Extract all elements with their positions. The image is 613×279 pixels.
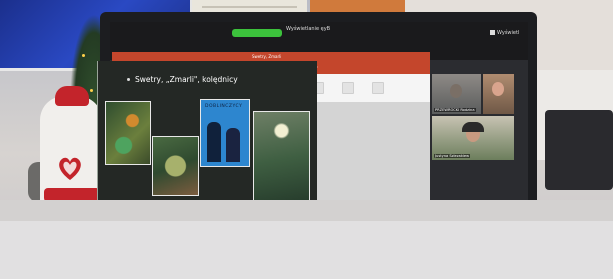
slide-photo-tree[interactable] [253, 111, 310, 207]
video-tile[interactable]: Justyna Szlezakiew [432, 116, 514, 160]
participant-name: PRZEWROCKI Rodzina [434, 108, 476, 112]
arrange-icon[interactable] [342, 82, 354, 94]
ppt-filename: Swetry, Zmarli [252, 54, 282, 59]
zoom-green-status [232, 29, 282, 37]
slide-bullet [127, 78, 130, 81]
find-icon[interactable] [372, 82, 384, 94]
slide-title: Swetry, „Zmarli", kolędnicy [135, 75, 238, 84]
video-tiles: PRZEWROCKI Rodzina Justyna Szlezakiew [432, 74, 514, 162]
video-tile[interactable]: PRZEWROCKI Rodzina [432, 74, 481, 114]
slide-photo-carolers[interactable]: DOBLINCZYCY [200, 99, 250, 167]
participant-name: Justyna Szlezakiew [434, 154, 471, 158]
zoom-view-button[interactable]: Wyświetl [490, 30, 519, 36]
white-overlay [0, 221, 613, 279]
zoom-title: Wyświetlanie ęyB [286, 26, 331, 32]
printer [545, 110, 613, 190]
slide-photo-ornaments[interactable] [105, 101, 151, 165]
santa-hat [55, 86, 89, 106]
photo-caption: DOBLINCZYCY [205, 104, 243, 109]
heart-icon [55, 153, 85, 183]
photo-scene: Wyświetlanie ęyB Wyświetl Swetry, Zmarli… [0, 0, 613, 279]
slide-photo-wreath[interactable] [152, 136, 199, 196]
video-tile[interactable] [483, 74, 514, 114]
